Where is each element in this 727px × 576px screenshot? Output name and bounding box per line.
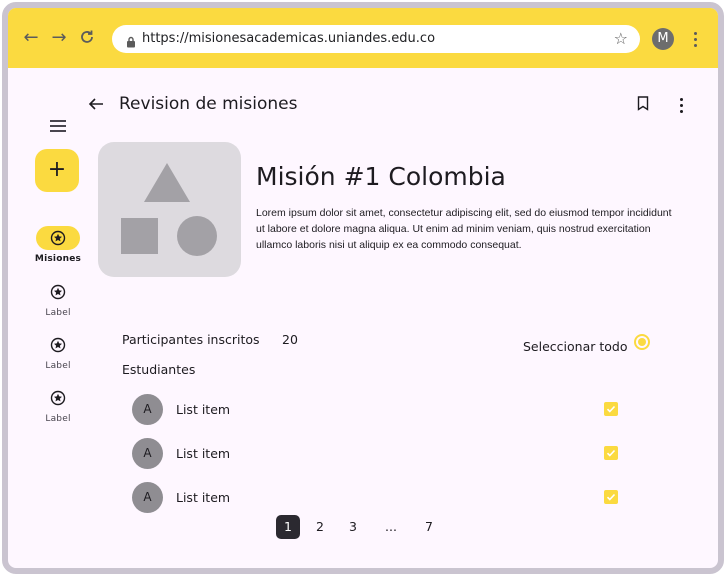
avatar: A xyxy=(132,394,163,425)
rail-item-label-2[interactable]: Label xyxy=(32,333,84,371)
browser-menu-icon[interactable] xyxy=(688,28,702,50)
more-vert-icon[interactable] xyxy=(676,96,686,114)
add-button[interactable]: + xyxy=(35,149,79,192)
back-arrow-icon[interactable] xyxy=(88,96,104,116)
item-checkbox[interactable] xyxy=(604,490,618,504)
list-item-label: List item xyxy=(176,402,231,417)
star-circle-icon xyxy=(36,333,80,357)
rail-item-label: Label xyxy=(45,414,71,424)
browser-toolbar: ← → https://misionesacademicas.uniandes.… xyxy=(8,8,718,68)
profile-avatar[interactable]: M xyxy=(652,28,674,50)
list-item-label: List item xyxy=(176,490,231,505)
page-title: Revision de misiones xyxy=(119,94,298,114)
browser-back-icon[interactable]: ← xyxy=(20,26,42,48)
browser-forward-icon[interactable]: → xyxy=(48,26,70,48)
url-text: https://misionesacademicas.uniandes.edu.… xyxy=(142,31,436,46)
list-item[interactable]: A List item xyxy=(132,482,632,514)
mission-image-placeholder xyxy=(98,142,241,277)
avatar: A xyxy=(132,482,163,513)
rail-item-label: Label xyxy=(45,361,71,371)
star-circle-icon xyxy=(36,226,80,250)
page-button-1[interactable]: 1 xyxy=(276,515,300,539)
lock-icon xyxy=(126,33,136,52)
mission-description: Lorem ipsum dolor sit amet, consectetur … xyxy=(256,207,672,251)
reload-icon[interactable] xyxy=(76,26,98,48)
students-heading: Estudiantes xyxy=(122,362,196,377)
bookmark-star-icon[interactable]: ☆ xyxy=(614,29,628,48)
avatar: A xyxy=(132,438,163,469)
page-button-2[interactable]: 2 xyxy=(308,515,332,539)
select-all-label: Seleccionar todo xyxy=(523,339,628,354)
list-item-label: List item xyxy=(176,446,231,461)
bookmark-icon[interactable] xyxy=(637,96,649,115)
menu-icon[interactable] xyxy=(50,120,66,132)
list-item[interactable]: A List item xyxy=(132,394,632,426)
participants-label: Participantes inscritos xyxy=(122,332,260,347)
item-checkbox[interactable] xyxy=(604,446,618,460)
list-item[interactable]: A List item xyxy=(132,438,632,470)
rail-item-misiones[interactable]: Misiones xyxy=(32,226,84,264)
item-checkbox[interactable] xyxy=(604,402,618,416)
star-circle-icon xyxy=(36,280,80,304)
address-bar[interactable]: https://misionesacademicas.uniandes.edu.… xyxy=(112,25,640,53)
select-all-radio[interactable] xyxy=(634,334,650,350)
rail-item-label-3[interactable]: Label xyxy=(32,386,84,424)
mission-title: Misión #1 Colombia xyxy=(256,162,506,191)
rail-item-label-1[interactable]: Label xyxy=(32,280,84,318)
device-frame: ← → https://misionesacademicas.uniandes.… xyxy=(2,2,724,574)
page-ellipsis: ... xyxy=(385,519,397,534)
page-button-7[interactable]: 7 xyxy=(417,515,441,539)
star-circle-icon xyxy=(36,386,80,410)
participants-count: 20 xyxy=(282,332,298,347)
page-button-3[interactable]: 3 xyxy=(341,515,365,539)
rail-item-label: Misiones xyxy=(34,254,82,264)
rail-item-label: Label xyxy=(45,308,71,318)
